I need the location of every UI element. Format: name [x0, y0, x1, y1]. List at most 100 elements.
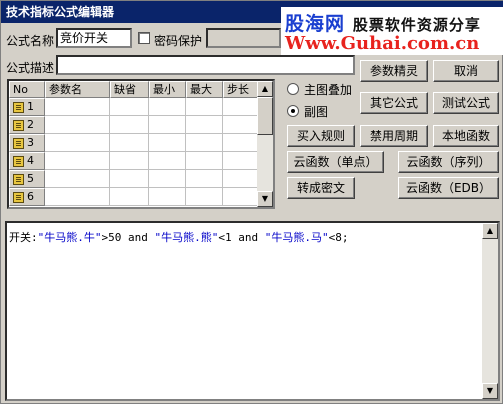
scroll-up-button[interactable]: ▲	[257, 81, 273, 97]
buy-rule-button[interactable]: 买入规则	[287, 125, 355, 147]
parameter-icon	[13, 156, 24, 167]
column-header[interactable]: 缺省	[110, 81, 149, 98]
row-number: 6	[27, 190, 34, 203]
table-row[interactable]: 6	[9, 188, 261, 206]
param-step-cell[interactable]	[223, 152, 261, 170]
local-function-button[interactable]: 本地函数	[433, 125, 499, 147]
param-min-cell[interactable]	[149, 98, 186, 116]
main-overlay-radio[interactable]	[287, 83, 299, 95]
other-formula-button[interactable]: 其它公式	[360, 92, 428, 114]
param-max-cell[interactable]	[186, 170, 223, 188]
table-row[interactable]: 5	[9, 170, 261, 188]
param-step-cell[interactable]	[223, 116, 261, 134]
code-token: 开关:	[9, 231, 38, 244]
param-max-cell[interactable]	[186, 116, 223, 134]
param-max-cell[interactable]	[186, 134, 223, 152]
param-max-cell[interactable]	[186, 188, 223, 206]
table-row[interactable]: 2	[9, 116, 261, 134]
param-name-cell[interactable]	[45, 116, 110, 134]
parameter-icon	[13, 192, 24, 203]
editor-scrollbar[interactable]: ▲ ▼	[482, 223, 498, 399]
cancel-button[interactable]: 取消	[433, 60, 499, 82]
main-overlay-label: 主图叠加	[304, 83, 353, 97]
watermark-logo: 股海网 股票软件资源分享 Www.Guhai.com.cn	[281, 7, 503, 55]
formula-code-line: 开关:"牛马熊.牛">50 and "牛马熊.熊"<1 and "牛马熊.马"<…	[9, 229, 348, 245]
row-number: 1	[27, 100, 34, 113]
param-default-cell[interactable]	[110, 188, 149, 206]
param-default-cell[interactable]	[110, 152, 149, 170]
param-min-cell[interactable]	[149, 170, 186, 188]
row-header: 1	[9, 98, 45, 116]
formula-name-label: 公式名称	[6, 34, 55, 48]
password-input[interactable]	[206, 28, 281, 48]
param-name-cell[interactable]	[45, 188, 110, 206]
column-header[interactable]: 参数名	[45, 81, 110, 98]
cloud-function-edb-button[interactable]: 云函数（EDB）	[398, 177, 499, 199]
param-step-cell[interactable]	[223, 188, 261, 206]
scroll-up-button[interactable]: ▲	[482, 223, 498, 239]
convert-to-cipher-button[interactable]: 转成密文	[287, 177, 355, 199]
param-name-cell[interactable]	[45, 152, 110, 170]
window-title: 技术指标公式编辑器	[6, 5, 115, 19]
param-default-cell[interactable]	[110, 98, 149, 116]
table-row[interactable]: 3	[9, 134, 261, 152]
parameter-table[interactable]: No 参数名 缺省 最小 最大 步长 1 2 3 4 5 6 ▲ ▼	[7, 79, 275, 209]
column-header[interactable]: No	[9, 81, 45, 98]
password-protect-checkbox[interactable]	[138, 32, 150, 44]
code-token: >50 and	[101, 231, 155, 244]
test-formula-button[interactable]: 测试公式	[433, 92, 499, 114]
param-default-cell[interactable]	[110, 116, 149, 134]
table-scrollbar[interactable]: ▲ ▼	[257, 81, 273, 207]
column-header[interactable]: 最小	[149, 81, 186, 98]
parameter-icon	[13, 120, 24, 131]
param-min-cell[interactable]	[149, 116, 186, 134]
code-string: "牛马熊.牛"	[37, 231, 102, 244]
param-min-cell[interactable]	[149, 134, 186, 152]
row-header: 5	[9, 170, 45, 188]
column-header[interactable]: 步长	[223, 81, 261, 98]
param-step-cell[interactable]	[223, 170, 261, 188]
formula-code-editor[interactable]: 开关:"牛马熊.牛">50 and "牛马熊.熊"<1 and "牛马熊.马"<…	[5, 221, 500, 401]
param-name-cell[interactable]	[45, 170, 110, 188]
sub-chart-label: 副图	[304, 105, 329, 119]
formula-name-input[interactable]: 竞价开关	[56, 28, 132, 48]
param-step-cell[interactable]	[223, 134, 261, 152]
param-max-cell[interactable]	[186, 98, 223, 116]
sub-chart-radio[interactable]	[287, 105, 299, 117]
param-name-cell[interactable]	[45, 98, 110, 116]
password-protect-label: 密码保护	[154, 34, 203, 48]
param-max-cell[interactable]	[186, 152, 223, 170]
param-default-cell[interactable]	[110, 134, 149, 152]
param-default-cell[interactable]	[110, 170, 149, 188]
watermark-slogan: 股票软件资源分享	[352, 16, 481, 34]
row-header: 2	[9, 116, 45, 134]
scroll-down-button[interactable]: ▼	[482, 383, 498, 399]
code-string: "牛马熊.熊"	[154, 231, 219, 244]
code-token: <1 and	[218, 231, 265, 244]
parameter-icon	[13, 174, 24, 185]
code-string: "牛马熊.马"	[264, 231, 329, 244]
row-header: 4	[9, 152, 45, 170]
cloud-function-single-button[interactable]: 云函数（单点）	[287, 151, 384, 173]
column-header[interactable]: 最大	[186, 81, 223, 98]
table-row[interactable]: 1	[9, 98, 261, 116]
parameter-icon	[13, 138, 24, 149]
table-header: No 参数名 缺省 最小 最大 步长	[9, 81, 261, 98]
disable-period-button[interactable]: 禁用周期	[360, 125, 428, 147]
param-step-cell[interactable]	[223, 98, 261, 116]
param-wizard-button[interactable]: 参数精灵	[360, 60, 428, 82]
param-min-cell[interactable]	[149, 188, 186, 206]
table-row[interactable]: 4	[9, 152, 261, 170]
formula-editor-window: 技术指标公式编辑器 股海网 股票软件资源分享 Www.Guhai.com.cn …	[0, 0, 503, 404]
scroll-thumb[interactable]	[257, 97, 273, 135]
row-number: 2	[27, 118, 34, 131]
param-min-cell[interactable]	[149, 152, 186, 170]
parameter-icon	[13, 102, 24, 113]
watermark-line: 股海网 股票软件资源分享	[285, 9, 481, 36]
row-number: 5	[27, 172, 34, 185]
watermark-url: Www.Guhai.com.cn	[285, 33, 480, 54]
formula-desc-input[interactable]	[56, 55, 355, 75]
param-name-cell[interactable]	[45, 134, 110, 152]
scroll-down-button[interactable]: ▼	[257, 191, 273, 207]
cloud-function-series-button[interactable]: 云函数（序列）	[398, 151, 499, 173]
